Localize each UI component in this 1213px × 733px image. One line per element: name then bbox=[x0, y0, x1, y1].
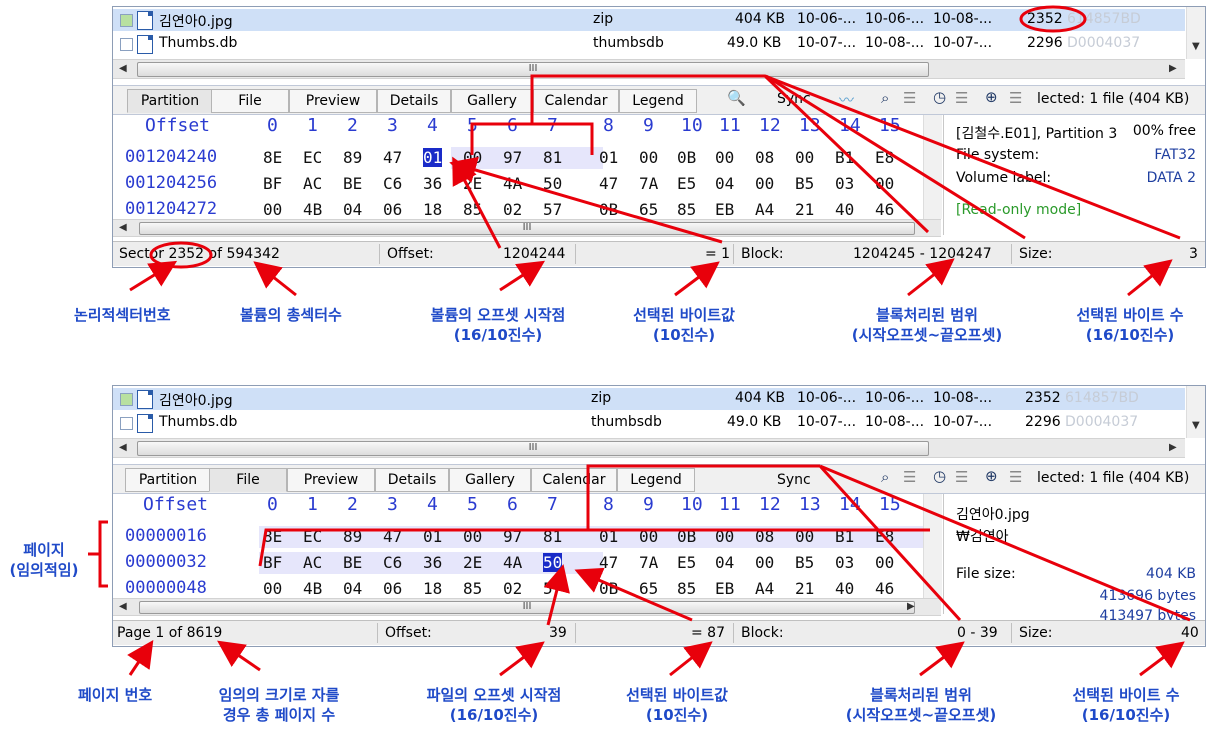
callout-subline: (시작오프셋~끝오프셋) bbox=[845, 706, 997, 724]
callout-line: 블록처리된 범위 bbox=[876, 306, 978, 324]
callout-line: 선택된 바이트값 bbox=[633, 306, 735, 324]
callout-line: 페이지 bbox=[23, 541, 65, 559]
callout-subline: (10진수) bbox=[652, 326, 716, 344]
callout-line: 선택된 바이트 수 bbox=[1076, 306, 1184, 324]
callout-line: 파일의 오프셋 시작점 bbox=[426, 686, 562, 704]
callout-subline: (시작오프셋~끝오프셋) bbox=[851, 326, 1003, 344]
callout-subline: (임의적임) bbox=[9, 561, 79, 579]
callout-offset-start: 볼륨의 오프셋 시작점 (16/10진수) bbox=[414, 305, 582, 345]
callout-block-range: 블록처리된 범위 (시작오프셋~끝오프셋) bbox=[826, 685, 1016, 725]
callout-offset-start: 파일의 오프셋 시작점 (16/10진수) bbox=[408, 685, 580, 725]
callout-logical-sector: 논리적섹터번호 bbox=[74, 306, 171, 324]
callout-subline: 경우 총 페이지 수 bbox=[222, 706, 336, 724]
callout-subline: (16/10진수) bbox=[449, 706, 539, 724]
callout-line: 임의의 크기로 자를 bbox=[218, 686, 340, 704]
callout-line: 블록처리된 범위 bbox=[870, 686, 972, 704]
callout-byte-value: 선택된 바이트값 (10진수) bbox=[620, 305, 748, 345]
callout-page-number: 페이지 번호 bbox=[78, 686, 153, 704]
callout-page-arbitrary: 페이지 (임의적임) bbox=[0, 540, 88, 580]
callout-byte-value: 선택된 바이트값 (10진수) bbox=[612, 685, 742, 725]
callout-subline: (10진수) bbox=[645, 706, 709, 724]
callout-byte-count: 선택된 바이트 수 (16/10진수) bbox=[1054, 685, 1198, 725]
callout-subline: (16/10진수) bbox=[1081, 706, 1171, 724]
callout-total-sectors: 볼륨의 총섹터수 bbox=[240, 306, 342, 324]
callout-block-range: 블록처리된 범위 (시작오프셋~끝오프셋) bbox=[832, 305, 1022, 345]
callout-subline: (16/10진수) bbox=[1085, 326, 1175, 344]
annotation-overlay bbox=[88, 5, 1191, 677]
callout-subline: (16/10진수) bbox=[453, 326, 543, 344]
callout-line: 선택된 바이트 수 bbox=[1072, 686, 1180, 704]
callout-byte-count: 선택된 바이트 수 (16/10진수) bbox=[1058, 305, 1202, 345]
annotations-panel-1 bbox=[129, 5, 1181, 297]
callout-line: 볼륨의 오프셋 시작점 bbox=[430, 306, 566, 324]
callout-line: 선택된 바이트값 bbox=[626, 686, 728, 704]
callout-total-pages: 임의의 크기로 자를 경우 총 페이지 수 bbox=[198, 685, 360, 725]
annotations-panel-2 bbox=[88, 464, 1191, 677]
